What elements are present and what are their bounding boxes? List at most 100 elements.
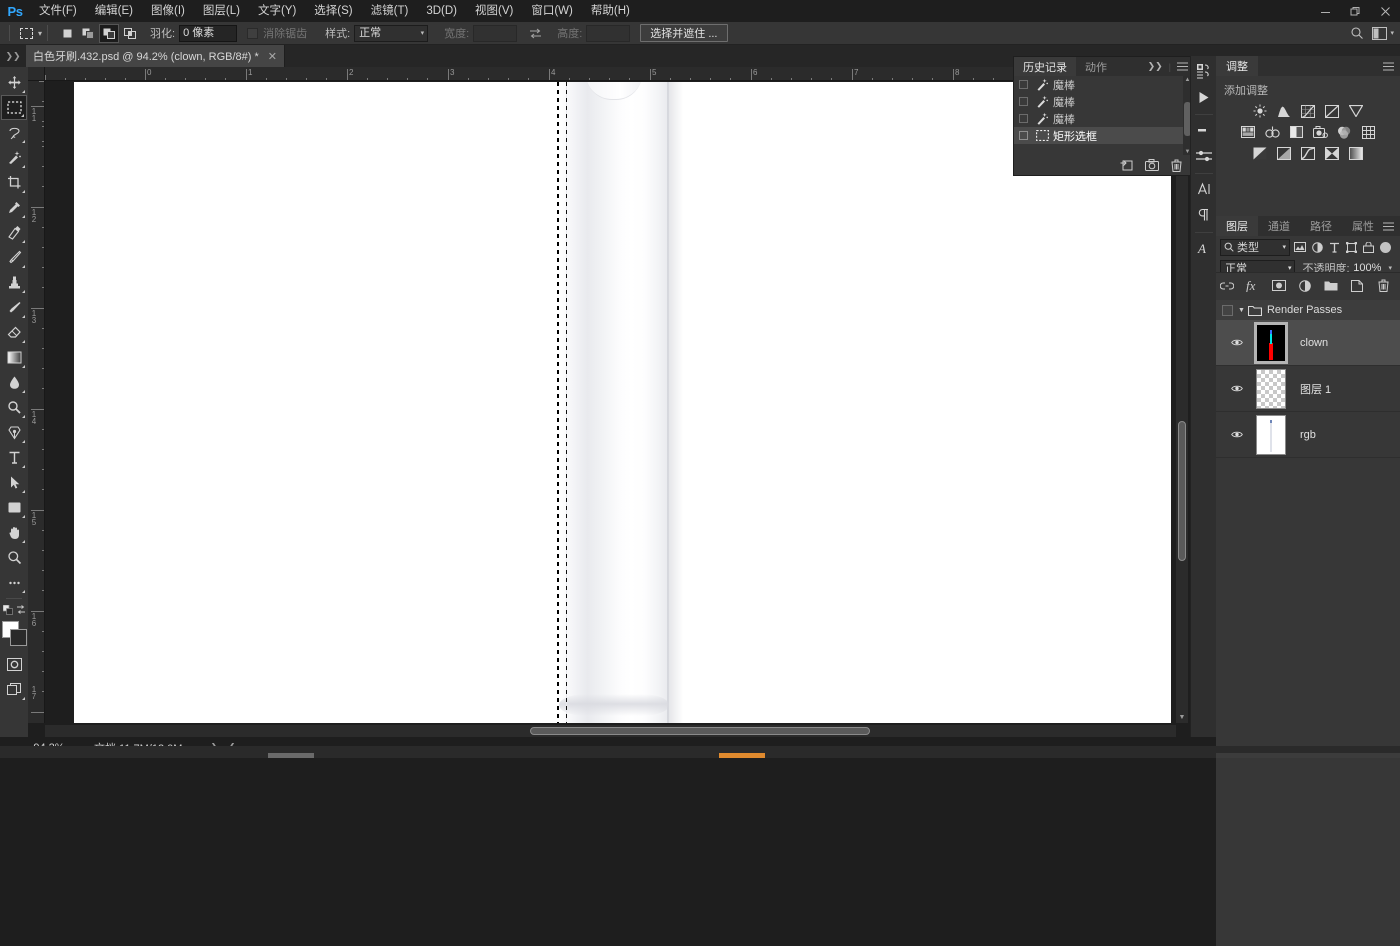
dock-arrows-icon[interactable]: ❯❯ [0,45,26,67]
gradient-map-icon[interactable] [1347,145,1365,161]
layer-row-layer1[interactable]: 图层 1 [1216,366,1400,412]
brightness-contrast-icon[interactable] [1251,103,1269,119]
intersect-selection-icon[interactable] [120,24,140,43]
curves-icon[interactable] [1299,103,1317,119]
document-tab[interactable]: 白色牙刷.432.psd @ 94.2% (clown, RGB/8#) * ✕ [26,45,285,67]
quick-mask-icon[interactable] [1,652,27,677]
menu-view[interactable]: 视图(V) [466,0,522,22]
chevron-down-icon[interactable]: ▼ [1238,307,1245,314]
layer-row-clown[interactable]: clown [1216,320,1400,366]
chevron-down-icon[interactable]: ▾ [38,29,42,38]
create-snapshot-icon[interactable] [1145,159,1159,171]
crop-tool[interactable] [1,170,27,195]
path-selection-tool[interactable] [1,470,27,495]
dodge-tool[interactable] [1,395,27,420]
style-select[interactable]: 正常 ▾ [354,25,428,42]
image-canvas[interactable] [46,82,1176,723]
create-document-from-state-icon[interactable] [1120,159,1133,171]
taskbar-window-1[interactable] [268,753,314,758]
zoom-tool[interactable] [1,545,27,570]
panel-menu-icon[interactable] [1177,62,1188,71]
tab-layers[interactable]: 图层 [1216,216,1258,236]
close-button[interactable] [1370,0,1400,22]
channel-mixer-icon[interactable] [1335,124,1353,140]
paragraph-dock-icon[interactable] [1192,203,1216,227]
layer-list[interactable]: ▼ Render Passes clown [1216,300,1400,946]
adjustments-dock-icon[interactable] [1192,118,1216,142]
vertical-scroll-thumb[interactable] [1178,421,1186,561]
color-lookup-icon[interactable] [1359,124,1377,140]
layer-visibility-toggle[interactable] [1226,430,1248,439]
history-source-checkbox[interactable] [1019,131,1028,140]
photo-filter-icon[interactable] [1311,124,1329,140]
eraser-tool[interactable] [1,320,27,345]
layer-kind-filter[interactable]: 类型 ▾ [1220,239,1290,256]
menu-help[interactable]: 帮助(H) [582,0,639,22]
new-adjustment-layer-icon[interactable] [1298,279,1312,293]
levels-icon[interactable] [1275,103,1293,119]
default-colors-icon[interactable] [3,605,13,615]
menu-file[interactable]: 文件(F) [30,0,86,22]
character-dock-icon[interactable] [1192,177,1216,201]
collapse-icon[interactable]: ❯❯ [1148,61,1163,72]
new-group-icon[interactable] [1324,279,1338,293]
horizontal-scroll-thumb[interactable] [530,727,870,735]
layer-visibility-toggle[interactable] [1226,384,1248,393]
tab-adjustments[interactable]: 调整 [1216,56,1258,76]
screen-mode-icon[interactable] [1,677,27,702]
shape-tool[interactable] [1,495,27,520]
properties-dock-icon[interactable] [1192,144,1216,168]
subtract-from-selection-icon[interactable] [99,24,119,43]
add-layer-mask-icon[interactable] [1272,279,1286,293]
layer-row-rgb[interactable]: rgb [1216,412,1400,458]
minimize-button[interactable] [1310,0,1340,22]
threshold-icon[interactable] [1299,145,1317,161]
taskbar-window-active[interactable] [719,753,765,758]
link-layers-icon[interactable] [1220,279,1234,293]
invert-icon[interactable] [1251,145,1269,161]
feather-input[interactable]: 0 像素 [179,25,237,42]
new-layer-icon[interactable] [1350,279,1364,293]
history-source-checkbox[interactable] [1019,80,1028,89]
close-icon[interactable]: ✕ [268,50,277,63]
move-tool[interactable] [1,70,27,95]
clone-stamp-tool[interactable] [1,270,27,295]
rectangular-marquee-icon[interactable] [15,24,37,43]
adjustment-filter-icon[interactable] [1310,239,1324,256]
history-state-row-selected[interactable]: 矩形选框 [1014,127,1194,144]
tab-history[interactable]: 历史记录 [1014,57,1076,76]
healing-brush-tool[interactable] [1,220,27,245]
pen-tool[interactable] [1,420,27,445]
menu-filter[interactable]: 滤镜(T) [362,0,418,22]
history-brush-tool[interactable] [1,295,27,320]
hue-saturation-icon[interactable] [1239,124,1257,140]
history-state-row[interactable]: 魔棒 [1014,93,1194,110]
selective-color-icon[interactable] [1323,145,1341,161]
menu-select[interactable]: 选择(S) [305,0,361,22]
hand-tool[interactable] [1,520,27,545]
new-selection-icon[interactable] [57,24,77,43]
layer-visibility-toggle[interactable] [1226,338,1248,347]
tab-properties[interactable]: 属性 [1342,216,1384,236]
group-visibility-toggle[interactable] [1222,305,1233,316]
add-to-selection-icon[interactable] [78,24,98,43]
history-source-checkbox[interactable] [1019,114,1028,123]
blur-tool[interactable] [1,370,27,395]
antialias-checkbox[interactable] [247,28,258,39]
panel-menu-icon[interactable] [1383,222,1394,231]
height-input[interactable] [586,25,630,42]
layer-group-row[interactable]: ▼ Render Passes [1216,300,1400,320]
panel-menu-icon[interactable] [1383,62,1394,71]
gradient-tool[interactable] [1,345,27,370]
rectangular-marquee-tool[interactable] [1,95,27,120]
brush-tool[interactable] [1,245,27,270]
styles-dock-icon[interactable]: A [1192,236,1216,260]
width-input[interactable] [473,25,517,42]
canvas-horizontal-scrollbar[interactable] [45,725,1176,737]
eyedropper-tool[interactable] [1,195,27,220]
swap-colors-icon[interactable] [16,605,26,615]
posterize-icon[interactable] [1275,145,1293,161]
layer-style-fx-icon[interactable]: fx [1246,279,1260,293]
menu-image[interactable]: 图像(I) [142,0,194,22]
color-balance-icon[interactable] [1263,124,1281,140]
